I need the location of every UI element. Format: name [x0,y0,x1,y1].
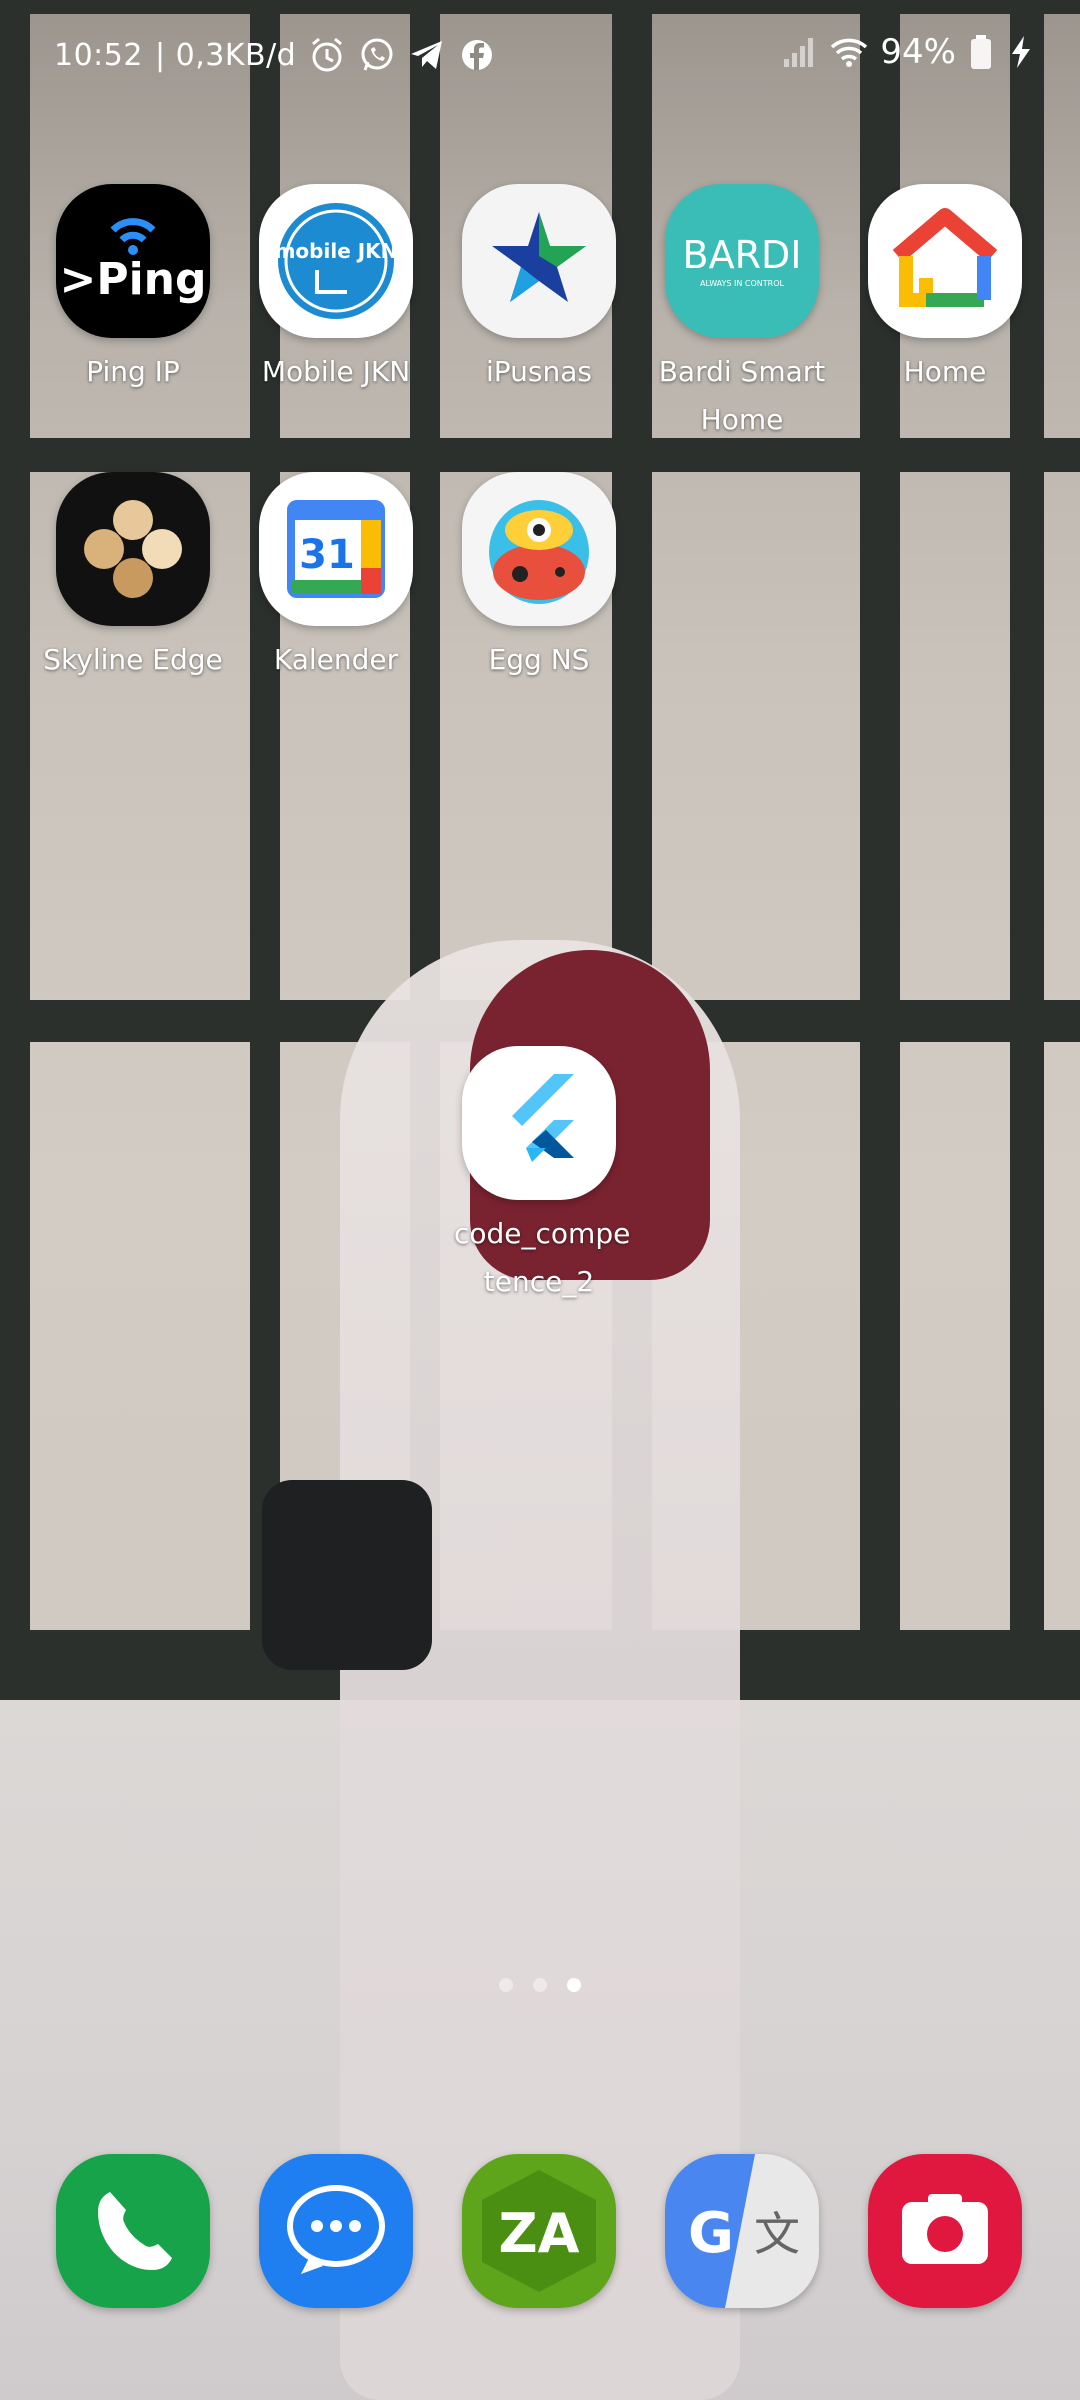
app-code-competence-2[interactable]: code_compe tence_2 [438,1046,640,1306]
page-dot[interactable] [533,1978,547,1992]
app-label: code_compe tence_2 [454,1217,631,1298]
app-skyline-edge[interactable]: Skyline Edge [32,472,234,684]
dock-messages[interactable] [235,2154,437,2308]
calendar-icon: 31 [259,472,413,626]
telegram-icon [408,36,446,74]
wifi-icon [830,33,868,71]
app-label: Bardi Smart Home [658,355,826,436]
page-indicator[interactable] [0,1978,1080,1992]
dock-translate[interactable]: G 文 [641,2154,843,2308]
mobile-jkn-icon: mobile JKN [259,184,413,338]
bardi-icon-subtext: ALWAYS IN CONTROL [700,279,785,288]
page-dot-active[interactable] [567,1978,581,1992]
zarchiver-icon-text: ZA [499,2202,580,2265]
skyline-edge-icon [56,472,210,626]
app-home[interactable]: Home [844,184,1046,396]
status-bar-left: 10:52 | 0,3KB/d [54,36,496,74]
status-bar: 10:52 | 0,3KB/d 94% [0,0,1080,110]
wallpaper-bag [262,1480,432,1670]
bardi-icon: BARDI ALWAYS IN CONTROL [665,184,819,338]
app-ipusnas[interactable]: iPusnas [438,184,640,396]
translate-icon-g: G [688,2201,734,2266]
app-label: Mobile JKN [261,355,411,388]
facebook-icon [458,36,496,74]
alarm-icon [308,36,346,74]
ping-icon: >Ping [56,184,210,338]
battery-icon [968,33,994,71]
app-label: Home [903,355,987,388]
bardi-icon-text: BARDI [683,233,802,277]
window-frame [0,0,30,1700]
egg-ns-icon [462,472,616,626]
dock-zarchiver[interactable]: ZA [438,2154,640,2308]
dock-camera[interactable] [844,2154,1046,2308]
phone-icon [56,2154,210,2308]
zarchiver-icon: ZA [462,2154,616,2308]
app-egg-ns[interactable]: Egg NS [438,472,640,684]
app-label: Egg NS [488,643,590,676]
app-mobile-jkn[interactable]: mobile JKN Mobile JKN [235,184,437,396]
mobile-jkn-icon-text: mobile JKN [275,239,398,263]
signal-icon [780,33,818,71]
camera-icon [868,2154,1022,2308]
app-label: Skyline Edge [43,643,223,676]
ping-icon-text: >Ping [59,254,206,305]
google-home-icon [868,184,1022,338]
translate-icon: G 文 [665,2154,819,2308]
network-speed: | 0,3KB/d [154,37,297,73]
app-kalender[interactable]: 31 Kalender [235,472,437,684]
whatsapp-icon [358,36,396,74]
translate-icon-char: 文 [754,2207,800,2261]
messages-icon [259,2154,413,2308]
app-bardi-smart-home[interactable]: BARDI ALWAYS IN CONTROL Bardi Smart Home [641,184,843,444]
status-bar-right: 94% [780,32,1036,72]
battery-percent: 94% [880,32,956,72]
charging-icon [1006,33,1036,71]
dock-phone[interactable] [32,2154,234,2308]
clock: 10:52 [54,37,143,73]
app-label: Kalender [273,643,399,676]
app-label: iPusnas [486,355,592,388]
app-label: Ping IP [86,355,180,388]
ipusnas-icon [462,184,616,338]
page-dot[interactable] [499,1978,513,1992]
calendar-icon-text: 31 [299,532,355,578]
window-frame [0,438,1080,472]
flutter-icon [462,1046,616,1200]
app-ping-ip[interactable]: >Ping Ping IP [32,184,234,396]
